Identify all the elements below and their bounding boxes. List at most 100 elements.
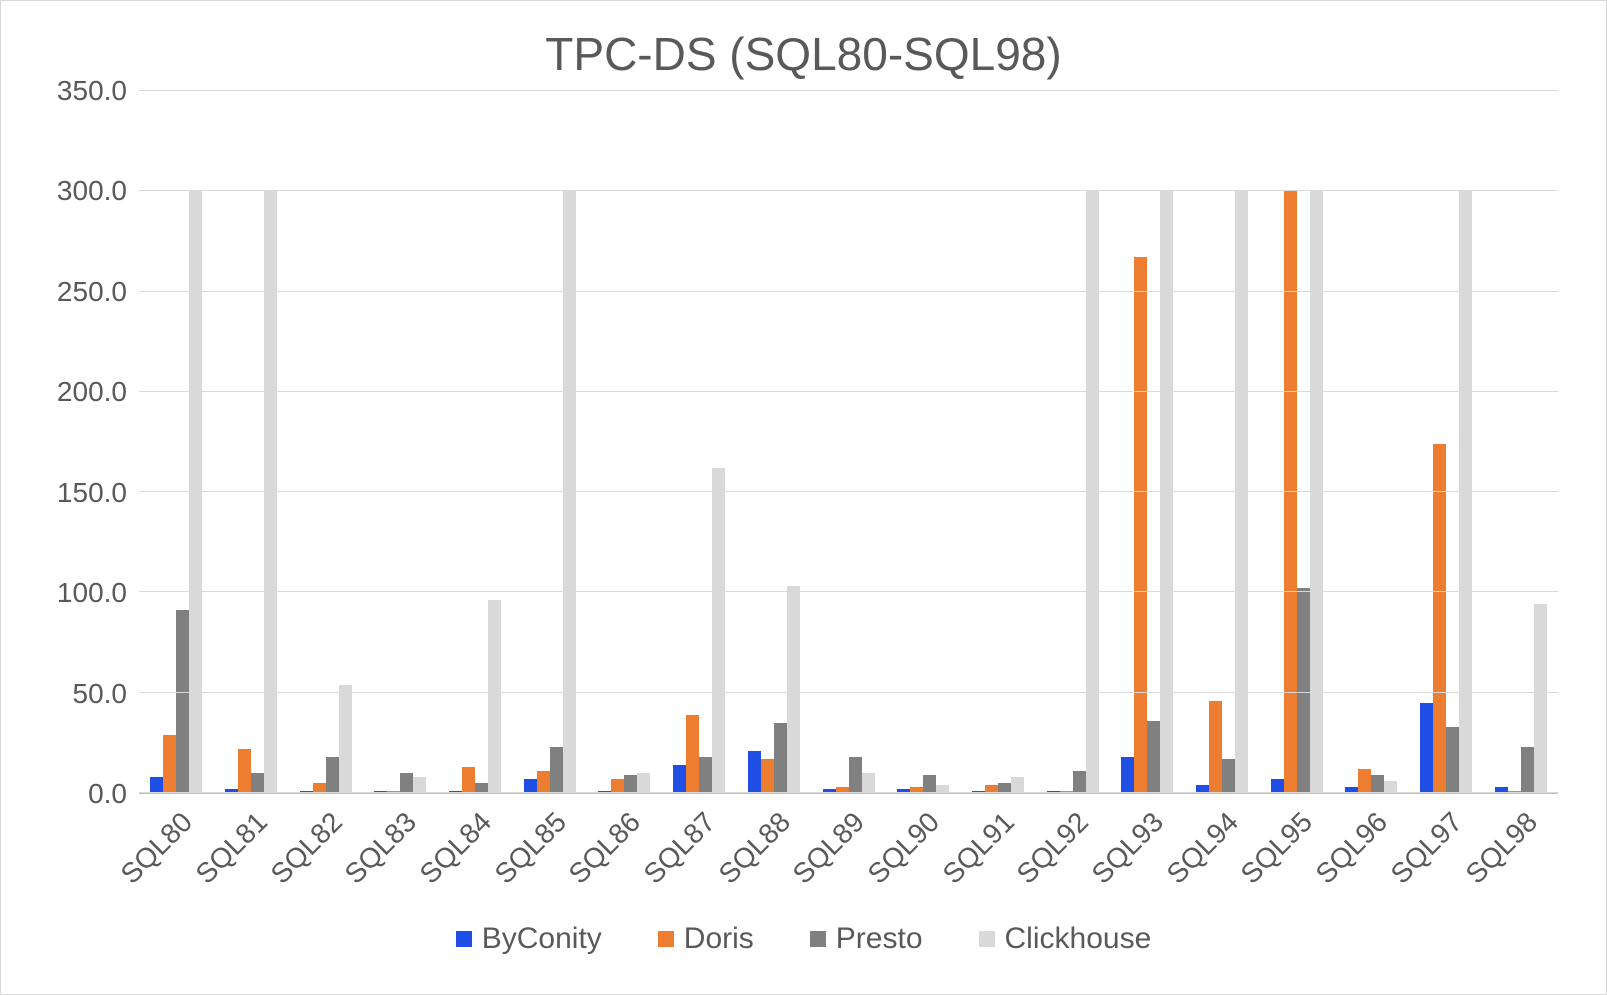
bar	[550, 747, 563, 793]
x-tick-label: SQL80	[139, 794, 214, 904]
y-tick-label: 350.0	[57, 75, 127, 107]
bar	[1433, 444, 1446, 793]
y-tick-label: 50.0	[73, 678, 128, 710]
bar-group	[1110, 91, 1185, 793]
bar	[1121, 757, 1134, 793]
bar	[761, 759, 774, 793]
y-tick-label: 150.0	[57, 477, 127, 509]
bar-group	[587, 91, 662, 793]
bar-group	[438, 91, 513, 793]
legend-item: Doris	[658, 922, 754, 956]
legend-item: Presto	[810, 922, 923, 956]
bar-group	[1035, 91, 1110, 793]
x-tick-label: SQL81	[214, 794, 289, 904]
plot-wrap: 0.050.0100.0150.0200.0250.0300.0350.0	[9, 91, 1598, 794]
bar	[339, 685, 352, 793]
bar-group	[737, 91, 812, 793]
bar-group	[811, 91, 886, 793]
legend-label: Presto	[836, 922, 923, 956]
y-tick-label: 250.0	[57, 276, 127, 308]
x-tick-label: SQL90	[886, 794, 961, 904]
bar-group	[662, 91, 737, 793]
bar	[699, 757, 712, 793]
x-tick-label: SQL88	[737, 794, 812, 904]
bar	[637, 773, 650, 793]
bar	[1271, 779, 1284, 793]
legend-swatch	[456, 931, 472, 947]
x-axis-labels: SQL80SQL81SQL82SQL83SQL84SQL85SQL86SQL87…	[9, 794, 1598, 904]
gridline	[139, 90, 1558, 91]
x-tick-label: SQL82	[288, 794, 363, 904]
x-tick-label: SQL86	[587, 794, 662, 904]
gridline	[139, 190, 1558, 191]
legend-swatch	[658, 931, 674, 947]
bar-group	[288, 91, 363, 793]
x-tick-label: SQL95	[1259, 794, 1334, 904]
chart-inner: TPC-DS (SQL80-SQL98) 0.050.0100.0150.020…	[9, 9, 1598, 986]
chart-container: TPC-DS (SQL80-SQL98) 0.050.0100.0150.020…	[0, 0, 1607, 995]
x-tick-label: SQL97	[1409, 794, 1484, 904]
bar	[537, 771, 550, 793]
plot-area	[139, 91, 1558, 794]
x-tick-label: SQL94	[1185, 794, 1260, 904]
bar-group	[1259, 91, 1334, 793]
legend-item: Clickhouse	[979, 922, 1152, 956]
bar	[611, 779, 624, 793]
bar-group	[1483, 91, 1558, 793]
bar	[488, 600, 501, 793]
gridline	[139, 792, 1558, 793]
bar-group	[1185, 91, 1260, 793]
gridline	[139, 591, 1558, 592]
bars-layer	[139, 91, 1558, 793]
y-tick-label: 300.0	[57, 175, 127, 207]
bar	[1222, 759, 1235, 793]
bar	[1073, 771, 1086, 793]
legend-item: ByConity	[456, 922, 602, 956]
bar-group	[139, 91, 214, 793]
bar-group	[1334, 91, 1409, 793]
legend: ByConity Doris Presto Clickhouse	[9, 904, 1598, 986]
bar	[1297, 588, 1310, 793]
bar	[774, 723, 787, 793]
x-tick-label: SQL87	[662, 794, 737, 904]
bar	[176, 610, 189, 793]
bar	[923, 775, 936, 793]
gridline	[139, 491, 1558, 492]
bar	[862, 773, 875, 793]
gridline	[139, 391, 1558, 392]
x-tick-label: SQL83	[363, 794, 438, 904]
bar	[1521, 747, 1534, 793]
bar	[787, 586, 800, 793]
x-tick-label: SQL98	[1483, 794, 1558, 904]
bar	[686, 715, 699, 793]
legend-label: Doris	[684, 922, 754, 956]
bar	[1209, 701, 1222, 793]
y-tick-label: 200.0	[57, 376, 127, 408]
gridline	[139, 291, 1558, 292]
bar	[712, 468, 725, 793]
legend-label: Clickhouse	[1005, 922, 1152, 956]
bar	[238, 749, 251, 793]
gridline	[139, 692, 1558, 693]
bar	[163, 735, 176, 793]
x-tick-label: SQL85	[512, 794, 587, 904]
bar	[624, 775, 637, 793]
bar	[462, 767, 475, 793]
bar	[1446, 727, 1459, 793]
x-tick-label: SQL92	[1035, 794, 1110, 904]
bar	[748, 751, 761, 793]
x-tick-label: SQL96	[1334, 794, 1409, 904]
bar-group	[363, 91, 438, 793]
bar-group	[1409, 91, 1484, 793]
x-tick-label: SQL93	[1110, 794, 1185, 904]
bar	[326, 757, 339, 793]
bar	[1011, 777, 1024, 793]
x-tick-label: SQL84	[438, 794, 513, 904]
bar	[1534, 604, 1547, 793]
y-tick-label: 100.0	[57, 577, 127, 609]
bar	[524, 779, 537, 793]
bar	[251, 773, 264, 793]
x-tick-label: SQL89	[811, 794, 886, 904]
bar-group	[961, 91, 1036, 793]
y-axis: 0.050.0100.0150.0200.0250.0300.0350.0	[29, 91, 139, 794]
